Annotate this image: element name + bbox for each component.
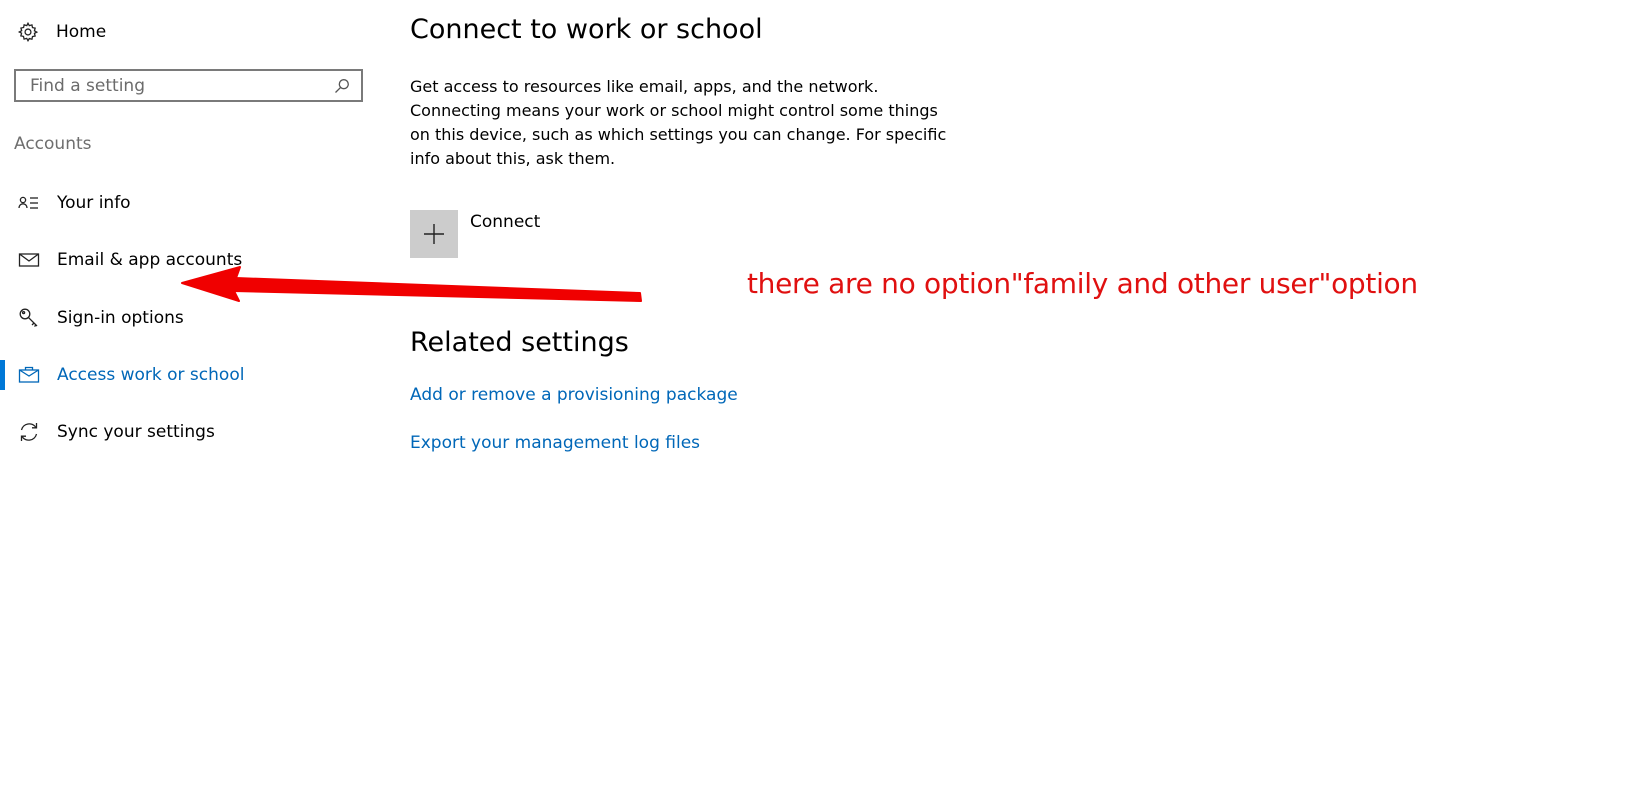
connect-label: Connect — [470, 212, 541, 232]
related-settings-title: Related settings — [410, 327, 629, 358]
key-icon — [16, 305, 42, 331]
mail-icon — [16, 247, 42, 273]
sidebar-item-sync-your-settings[interactable]: Sync your settings — [0, 417, 370, 447]
sidebar-item-your-info[interactable]: Your info — [0, 188, 370, 218]
search-box[interactable] — [14, 69, 363, 102]
sync-icon — [16, 419, 42, 445]
selection-indicator — [0, 303, 5, 333]
plus-icon — [410, 210, 458, 258]
selection-indicator — [0, 360, 5, 390]
sidebar-item-email-app-accounts[interactable]: Email & app accounts — [0, 245, 370, 275]
export-log-files-link[interactable]: Export your management log files — [410, 433, 700, 453]
sidebar-item-label: Email & app accounts — [57, 250, 243, 270]
sidebar-item-sign-in-options[interactable]: Sign-in options — [0, 303, 370, 333]
gear-icon — [14, 18, 42, 46]
briefcase-icon — [16, 362, 42, 388]
sidebar-item-label: Your info — [57, 193, 131, 213]
sidebar-item-access-work-or-school[interactable]: Access work or school — [0, 360, 370, 390]
search-input[interactable] — [16, 71, 331, 100]
search-icon[interactable] — [331, 75, 353, 97]
selection-indicator — [0, 188, 5, 218]
page-title: Connect to work or school — [410, 14, 763, 45]
sidebar-item-label: Access work or school — [57, 365, 245, 385]
page-description: Get access to resources like email, apps… — [410, 77, 947, 168]
provisioning-package-link[interactable]: Add or remove a provisioning package — [410, 385, 738, 405]
selection-indicator — [0, 417, 5, 447]
section-title: Accounts — [14, 134, 92, 154]
sidebar-item-label: Sign-in options — [57, 308, 184, 328]
selection-indicator — [0, 245, 5, 275]
home-label: Home — [56, 22, 107, 42]
settings-window: Home Accounts Your info — [0, 0, 1643, 791]
person-list-icon — [16, 190, 42, 216]
annotation-text: there are no option"family and other use… — [747, 267, 1418, 300]
home-button[interactable]: Home — [14, 18, 106, 46]
sidebar-item-label: Sync your settings — [57, 422, 215, 442]
connect-button[interactable]: Connect — [410, 210, 540, 258]
